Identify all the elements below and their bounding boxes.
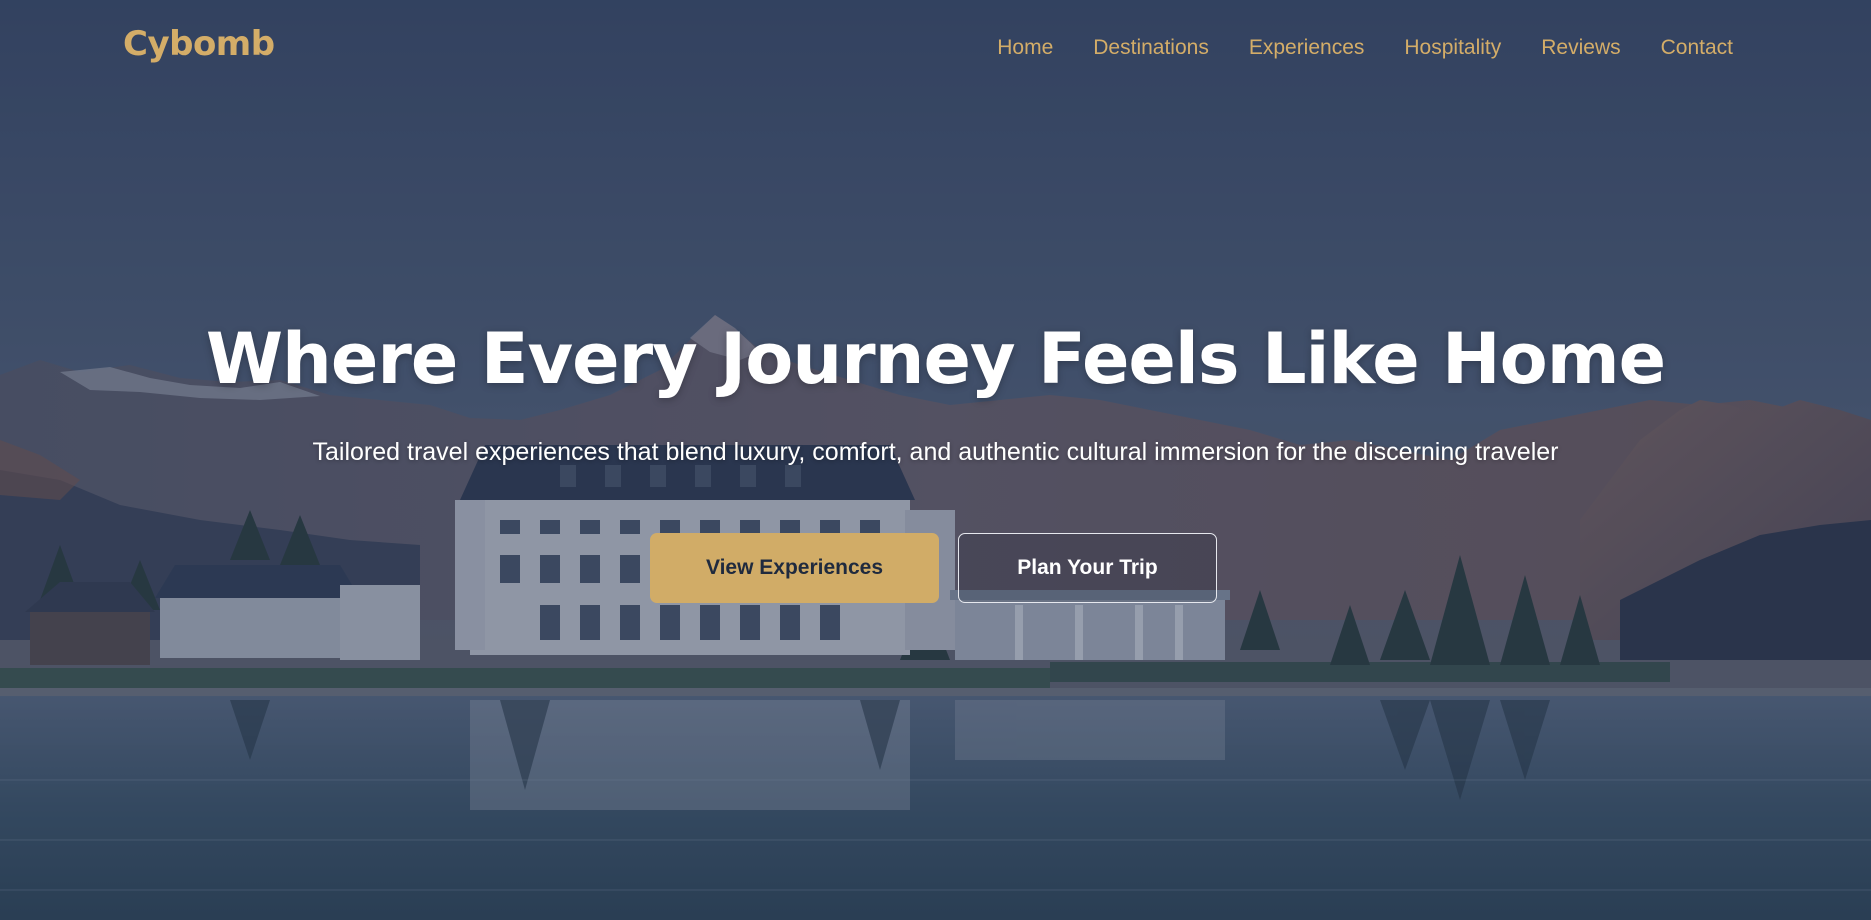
view-experiences-button[interactable]: View Experiences bbox=[650, 533, 939, 603]
hero-section: Cybomb Home Destinations Experiences Hos… bbox=[0, 0, 1871, 920]
nav-link-home[interactable]: Home bbox=[997, 36, 1053, 60]
hero-title: Where Every Journey Feels Like Home bbox=[205, 318, 1666, 400]
top-navigation: Cybomb Home Destinations Experiences Hos… bbox=[0, 0, 1871, 96]
nav-link-destinations[interactable]: Destinations bbox=[1093, 36, 1209, 60]
brand-logo[interactable]: Cybomb bbox=[123, 24, 275, 64]
nav-link-reviews[interactable]: Reviews bbox=[1541, 36, 1620, 60]
nav-link-hospitality[interactable]: Hospitality bbox=[1404, 36, 1501, 60]
nav-link-contact[interactable]: Contact bbox=[1661, 36, 1733, 60]
nav-link-experiences[interactable]: Experiences bbox=[1249, 36, 1365, 60]
hero-subtitle: Tailored travel experiences that blend l… bbox=[312, 438, 1559, 466]
nav-links: Home Destinations Experiences Hospitalit… bbox=[997, 36, 1733, 60]
plan-your-trip-button[interactable]: Plan Your Trip bbox=[958, 533, 1217, 603]
